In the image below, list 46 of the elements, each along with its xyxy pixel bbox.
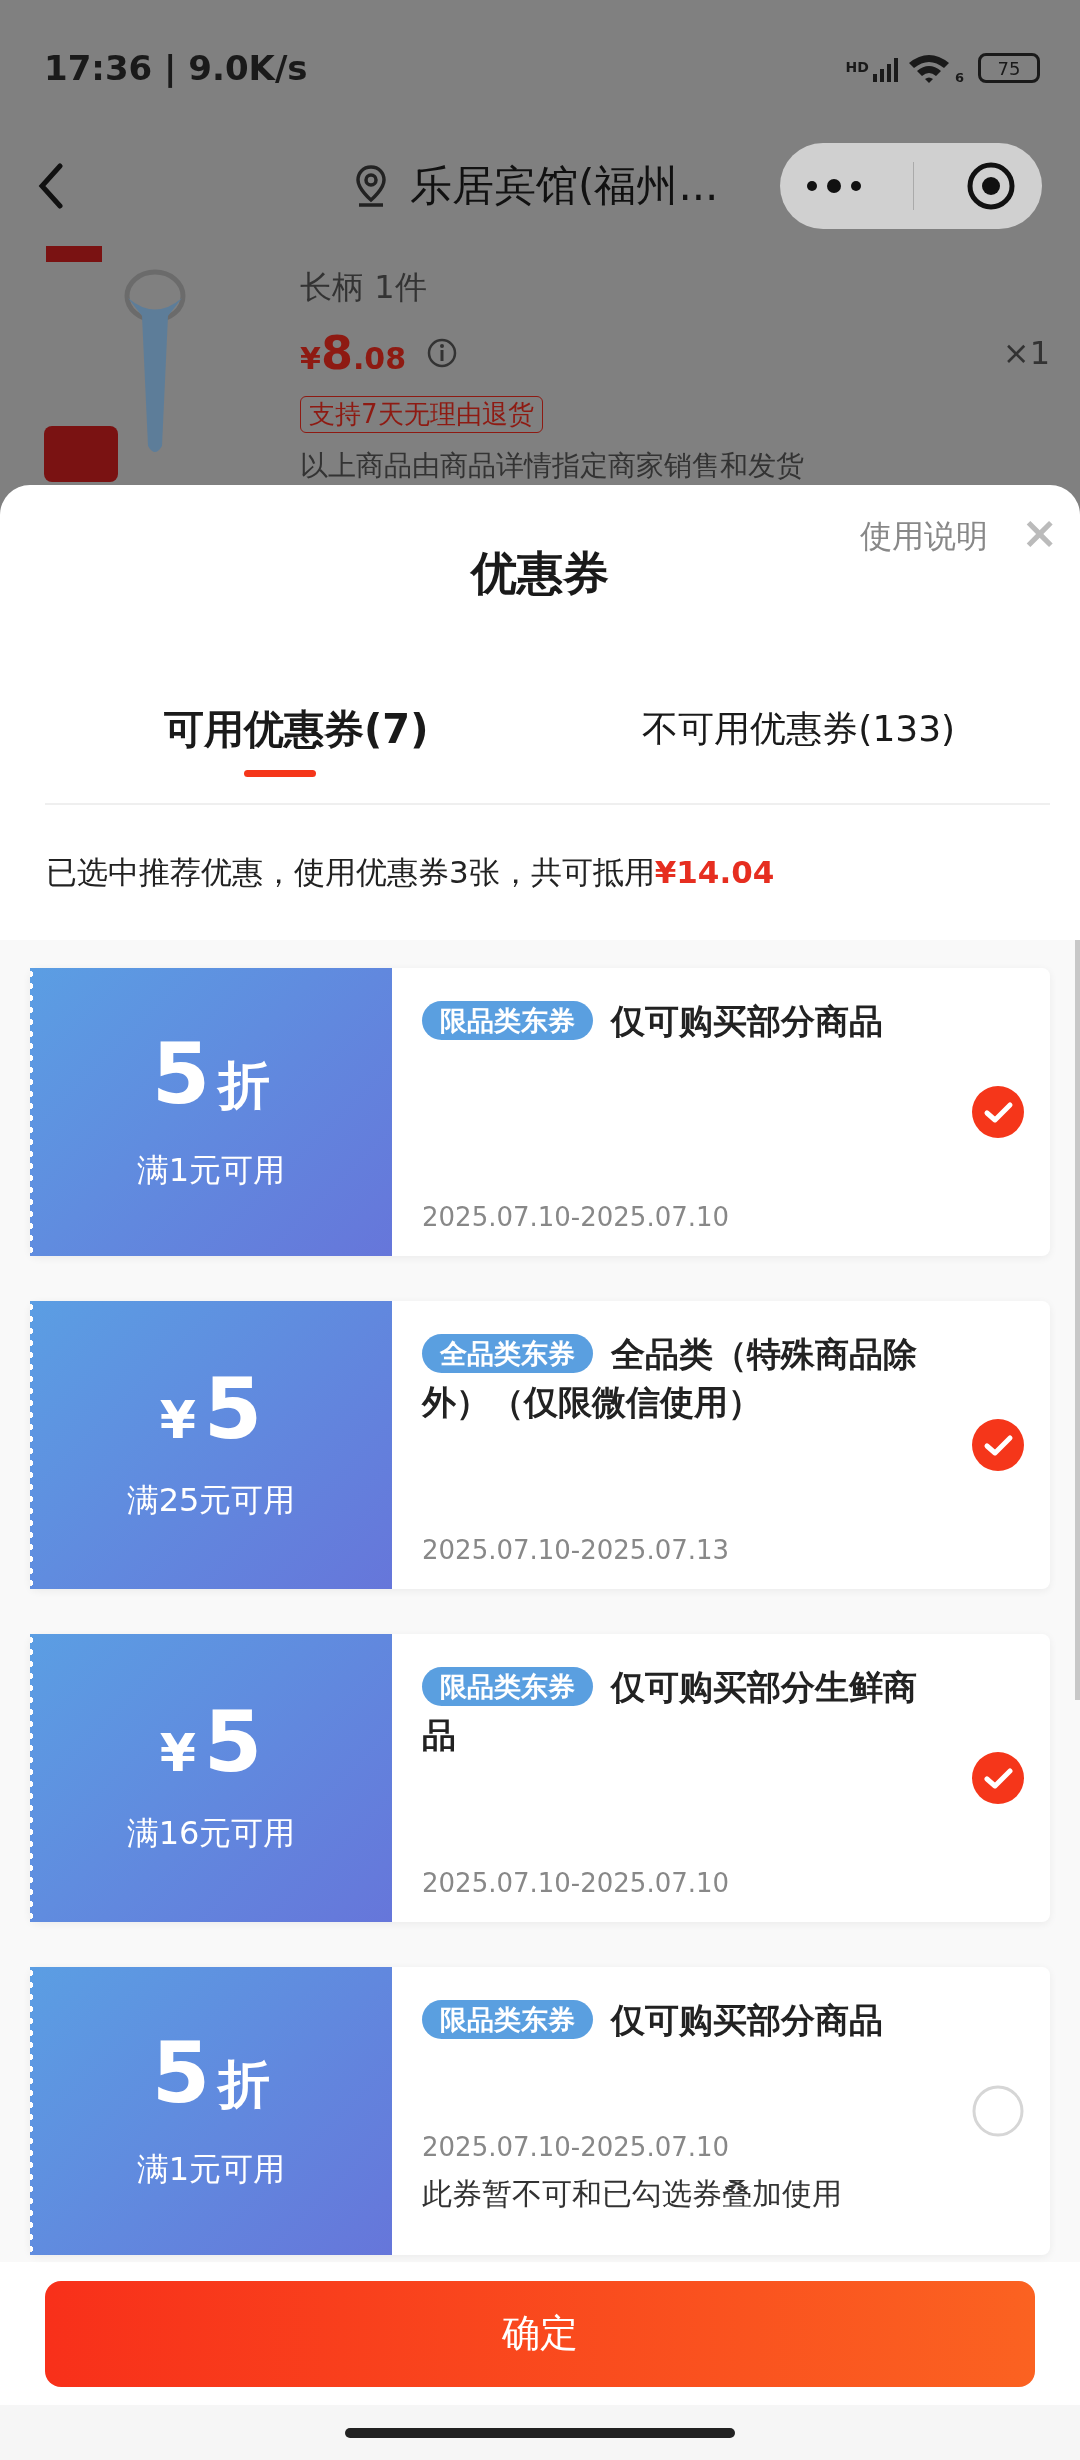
usage-help-link[interactable]: 使用说明 xyxy=(860,515,988,559)
confirm-button[interactable]: 确定 xyxy=(45,2280,1035,2387)
coupon-tab[interactable]: 可用优惠券(7) xyxy=(45,682,548,781)
battery-icon: 75 xyxy=(978,53,1040,83)
coupon-condition: 满1元可用 xyxy=(136,1149,286,1191)
coupon-summary: 已选中推荐优惠，使用优惠券3张，共可抵用¥14.04 xyxy=(46,852,775,892)
coupon-amount: ¥5 xyxy=(159,1367,263,1451)
coupon-amount: 5 折 xyxy=(151,1031,271,1121)
coupon-date: 2025.07.10-2025.07.10 xyxy=(422,1202,731,1232)
checkbox-checked[interactable] xyxy=(972,1419,1024,1471)
coupon-card[interactable]: ¥5 满25元可用 全品类东券 全品类（特殊商品除外）（仅限微信使用） 2025.07.10-2025.07.13 xyxy=(30,1301,1050,1589)
checkbox[interactable] xyxy=(972,2085,1024,2137)
coupon-date: 2025.07.10-2025.07.10 xyxy=(422,1868,731,1898)
network-label: HD xyxy=(845,59,869,75)
coupon-amount: 5 折 xyxy=(151,2030,271,2120)
coupon-card[interactable]: 5 折 满1元可用 限品类东券 仅可购买部分商品 2025.07.10-2025.07.10 此券暂不可和已勾选券叠加使用 xyxy=(30,1967,1050,2255)
coupon-amount: ¥5 xyxy=(159,1700,263,1784)
checkbox-checked[interactable] xyxy=(972,1752,1024,1804)
coupon-date: 2025.07.10-2025.07.13 xyxy=(422,1535,731,1565)
checkbox-checked[interactable] xyxy=(972,1086,1024,1138)
status-time: 17:36 | 9.0K/s xyxy=(44,48,308,88)
coupon-condition: 满16元可用 xyxy=(126,1813,296,1854)
coupon-tab[interactable]: 不可用优惠券(133) xyxy=(547,685,1050,778)
product-spec: 长柄 1件 xyxy=(300,267,428,308)
coupon-title: 全品类东券 全品类（特殊商品除外）（仅限微信使用） xyxy=(422,1333,918,1424)
product-price: ¥8.08 xyxy=(300,326,407,380)
store-title: 乐居宾馆(福州... xyxy=(410,160,719,212)
wifi-label: 6 xyxy=(954,70,964,85)
coupon-card[interactable]: ¥5 满16元可用 限品类东券 仅可购买部分生鲜商品 2025.07.10-2025.07.10 xyxy=(30,1634,1050,1922)
close-target-icon[interactable] xyxy=(966,161,1017,211)
coupon-note: 此券暂不可和已勾选券叠加使用 xyxy=(422,2175,843,2213)
product-quantity: ×1 xyxy=(1002,334,1050,372)
coupon-title: 限品类东券 仅可购买部分生鲜商品 xyxy=(422,1666,918,1757)
more-icon[interactable] xyxy=(805,178,862,194)
coupon-title: 限品类东券 仅可购买部分商品 xyxy=(422,1997,940,2045)
return-policy-tag: 支持7天无理由退货 xyxy=(300,396,543,433)
coupon-condition: 满25元可用 xyxy=(126,1480,296,1521)
sheet-title: 优惠券 xyxy=(471,545,609,602)
info-icon[interactable] xyxy=(426,337,459,369)
coupon-condition: 满1元可用 xyxy=(136,2148,286,2190)
coupon-title: 限品类东券 仅可购买部分商品 xyxy=(422,998,940,1046)
seller-note: 以上商品由商品详情指定商家销售和发货 xyxy=(300,448,805,484)
back-icon[interactable] xyxy=(38,163,64,209)
location-pin-icon xyxy=(354,164,388,208)
coupon-card[interactable]: 5 折 满1元可用 限品类东券 仅可购买部分商品 2025.07.10-2025.07.10 xyxy=(30,968,1050,1256)
coupon-date: 2025.07.10-2025.07.10 xyxy=(422,2132,731,2162)
